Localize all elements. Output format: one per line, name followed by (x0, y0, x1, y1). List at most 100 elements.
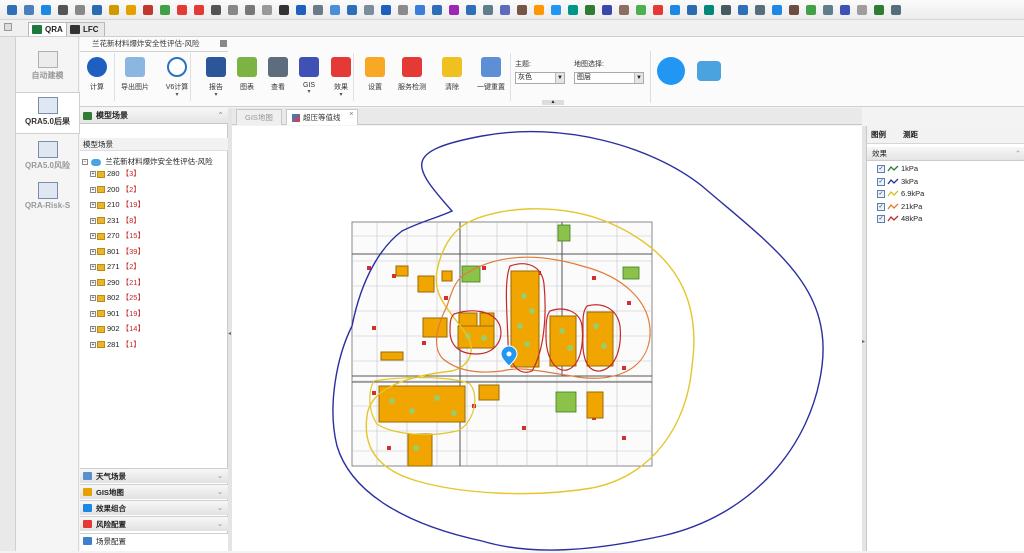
checkbox[interactable]: ✓ (877, 202, 885, 211)
toolbar-icon[interactable] (224, 3, 241, 17)
tree-item-902[interactable]: +902 【14】 (90, 323, 145, 334)
toolbar-icon[interactable] (394, 3, 411, 17)
gallery-icon[interactable] (697, 61, 721, 81)
toolbar-icon[interactable] (513, 3, 530, 17)
reset-button[interactable]: 一键重置 (474, 55, 508, 103)
toolbar-icon[interactable] (54, 3, 71, 17)
toolbar-icon[interactable] (411, 3, 428, 17)
ribbon-collapse-handle[interactable]: ▲ (542, 100, 564, 105)
toolbar-icon[interactable] (751, 3, 768, 17)
expand-toggle-icon[interactable]: + (90, 171, 96, 178)
toolbar-icon[interactable] (683, 3, 700, 17)
toolbar-icon[interactable] (377, 3, 394, 17)
tab-overpressure-contours[interactable]: 超压等值线 × (286, 109, 358, 125)
toolbar-icon[interactable] (326, 3, 343, 17)
collapse-icon[interactable]: ⌃ (1015, 147, 1021, 161)
legend-item[interactable]: ✓ 21kPa (877, 201, 922, 213)
accordion-3[interactable]: 风险配置 ⌄ (80, 516, 228, 531)
contour-map[interactable] (232, 126, 862, 551)
toolbar-icon[interactable] (615, 3, 632, 17)
refresh-button[interactable]: V6计算 ▾ (162, 55, 192, 103)
toolbar-icon[interactable] (343, 3, 360, 17)
legend-item[interactable]: ✓ 48kPa (877, 213, 922, 225)
legend-item[interactable]: ✓ 3kPa (877, 176, 918, 188)
expand-toggle-icon[interactable]: + (90, 217, 96, 224)
toolbar-icon[interactable] (360, 3, 377, 17)
close-icon[interactable]: × (349, 107, 353, 123)
expand-toggle-icon[interactable]: + (90, 202, 96, 209)
tree-root[interactable]: − 兰花新材料爆炸安全性评估-风险 (82, 156, 213, 167)
expand-toggle-icon[interactable]: + (90, 264, 96, 271)
map-select[interactable]: 图层 ▼ (574, 72, 644, 84)
toolbar-icon[interactable] (717, 3, 734, 17)
checkbox[interactable]: ✓ (877, 190, 885, 199)
checkbox[interactable]: ✓ (877, 215, 885, 224)
nav-item-qra-risk[interactable]: QRA5.0风险 (16, 137, 79, 179)
grid-button[interactable]: 查看 (263, 55, 293, 103)
toolbar-icon[interactable] (292, 3, 309, 17)
toolbar-icon[interactable] (632, 3, 649, 17)
tab-gis-map[interactable]: GIS地图 (236, 109, 282, 125)
map-canvas[interactable] (232, 126, 862, 551)
image-button[interactable]: 导出图片 (120, 55, 150, 103)
tree-item-281[interactable]: +281 【1】 (90, 339, 141, 350)
legend-item[interactable]: ✓ 6.9kPa (877, 188, 924, 200)
tree-item-901[interactable]: +901 【19】 (90, 308, 145, 319)
nav-item-auto-model[interactable]: 自动建模 (16, 47, 79, 89)
toolbar-icon[interactable] (258, 3, 275, 17)
tab-measure[interactable]: 测距 (903, 129, 918, 140)
toolbar-icon[interactable] (88, 3, 105, 17)
toolbar-icon[interactable] (156, 3, 173, 17)
toolbar-icon[interactable] (819, 3, 836, 17)
toolbar-icon[interactable] (785, 3, 802, 17)
play-button[interactable]: 计算 (82, 55, 112, 103)
pin-icon[interactable] (220, 40, 227, 47)
toolbar-icon[interactable] (428, 3, 445, 17)
support-icon[interactable] (657, 57, 685, 85)
checkbox[interactable]: ✓ (877, 177, 885, 186)
toolbar-icon[interactable] (37, 3, 54, 17)
toolbar-icon[interactable] (853, 3, 870, 17)
toolbar-icon[interactable] (649, 3, 666, 17)
expand-toggle-icon[interactable]: + (90, 186, 96, 193)
toolbar-icon[interactable] (870, 3, 887, 17)
toolbar-icon[interactable] (836, 3, 853, 17)
toolbar-icon[interactable] (3, 3, 20, 17)
toolbar-icon[interactable] (139, 3, 156, 17)
toolbar-icon[interactable] (564, 3, 581, 17)
toolbar-icon[interactable] (190, 3, 207, 17)
window-menu-icon[interactable] (4, 23, 12, 31)
tree-item-231[interactable]: +231 【8】 (90, 215, 141, 226)
toolbar-icon[interactable] (734, 3, 751, 17)
monitor-button[interactable]: 服务检测 (397, 55, 427, 103)
eraser-button[interactable]: 清除 (437, 55, 467, 103)
toolbar-icon[interactable] (173, 3, 190, 17)
expand-toggle-icon[interactable]: + (90, 279, 96, 286)
tree-item-801[interactable]: +801 【39】 (90, 246, 145, 257)
toolbar-icon[interactable] (547, 3, 564, 17)
expand-toggle-icon[interactable]: + (90, 310, 96, 317)
toolbar-icon[interactable] (581, 3, 598, 17)
toolbar-icon[interactable] (802, 3, 819, 17)
accordion-1[interactable]: GIS地图 ⌄ (80, 484, 228, 499)
toolbar-icon[interactable] (20, 3, 37, 17)
expand-toggle-icon[interactable]: + (90, 295, 96, 302)
toolbar-icon[interactable] (241, 3, 258, 17)
nav-item-qra-consequence[interactable]: QRA5.0后果 (15, 92, 80, 134)
theme-select[interactable]: 灰色 ▼ (515, 72, 565, 84)
toolbar-icon[interactable] (207, 3, 224, 17)
expand-toggle-icon[interactable]: + (90, 326, 96, 333)
toolbar-icon[interactable] (700, 3, 717, 17)
tree-item-290[interactable]: +290 【21】 (90, 277, 145, 288)
toolbar-icon[interactable] (122, 3, 139, 17)
word-button[interactable]: 报告 ▾ (201, 55, 231, 103)
checkbox[interactable]: ✓ (877, 165, 885, 174)
tree-item-802[interactable]: +802 【25】 (90, 292, 145, 303)
tab-legend[interactable]: 图例 (871, 129, 886, 140)
app-tab-lfc[interactable]: LFC (66, 22, 105, 36)
toolbar-icon[interactable] (598, 3, 615, 17)
expand-toggle-icon[interactable]: + (90, 341, 96, 348)
expand-toggle-icon[interactable]: + (90, 248, 96, 255)
tree-item-200[interactable]: +200 【2】 (90, 184, 141, 195)
toolbar-icon[interactable] (530, 3, 547, 17)
